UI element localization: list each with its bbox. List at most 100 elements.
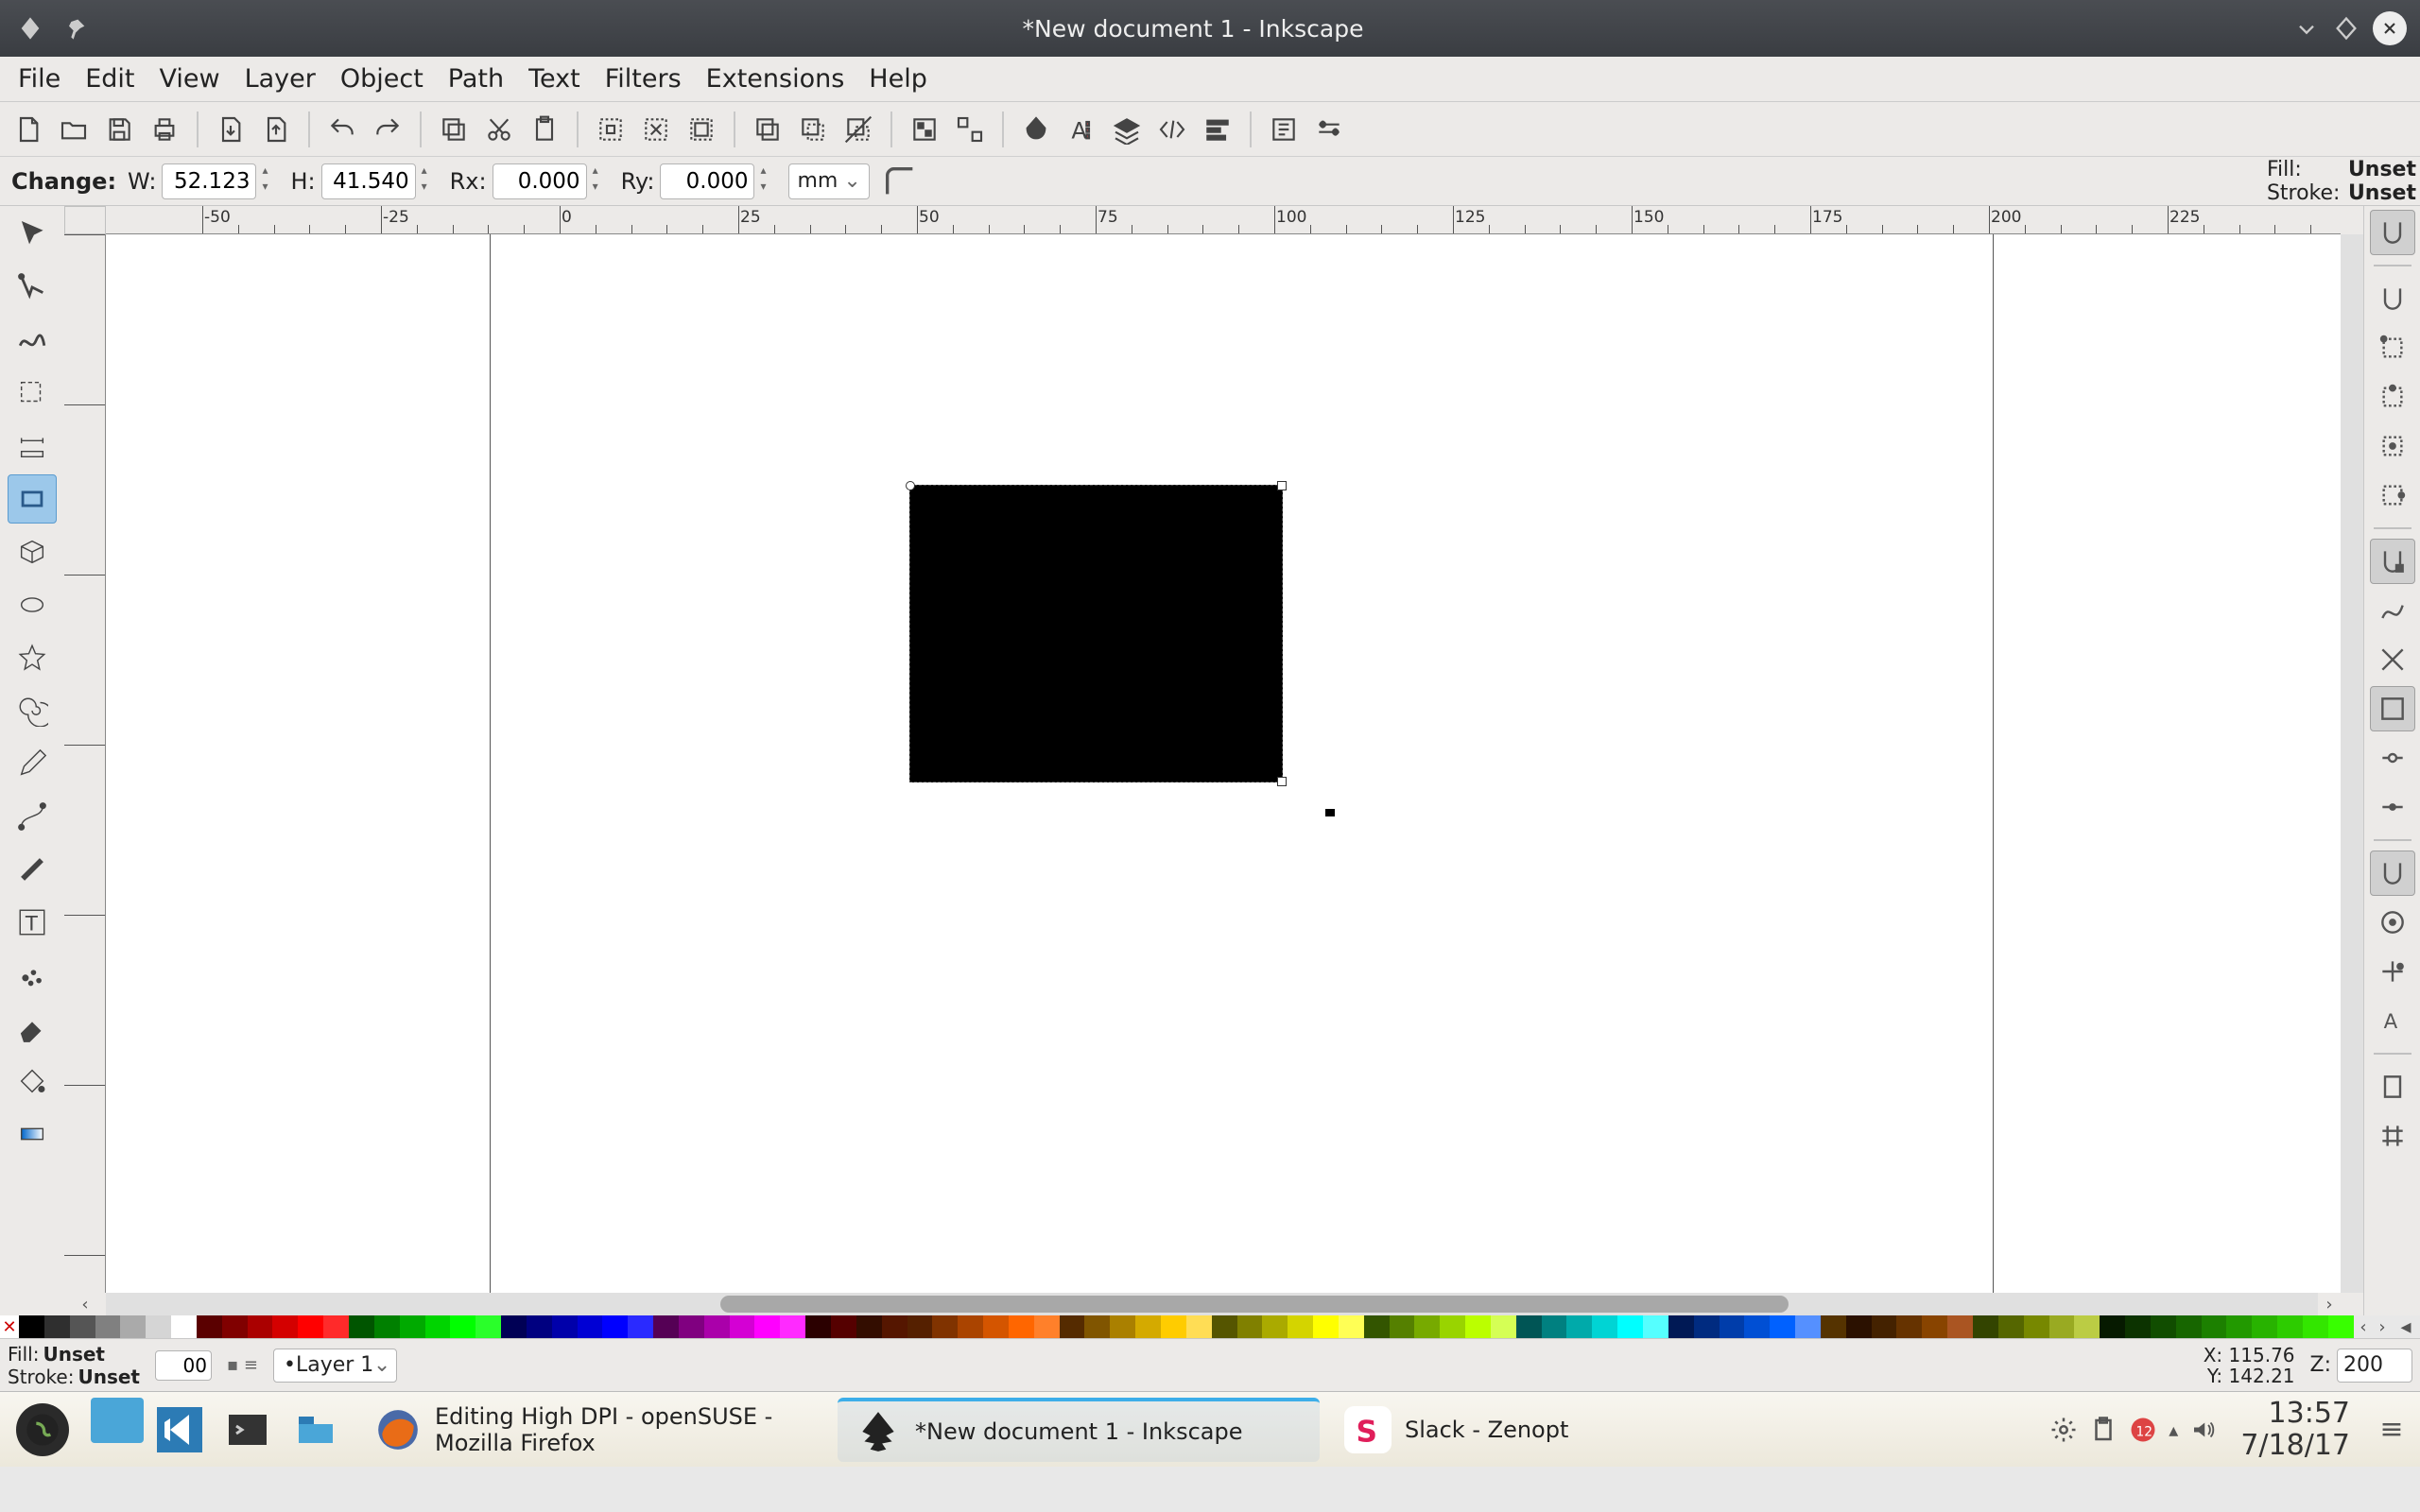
swatch[interactable] xyxy=(2176,1315,2202,1338)
xml-icon[interactable] xyxy=(1153,111,1191,148)
swatch[interactable] xyxy=(146,1315,171,1338)
prefs-icon[interactable] xyxy=(1265,111,1303,148)
scroll-left-icon[interactable]: ‹ xyxy=(64,1293,106,1315)
swatch[interactable] xyxy=(197,1315,222,1338)
menu-text[interactable]: Text xyxy=(516,59,593,99)
swatch[interactable] xyxy=(374,1315,400,1338)
rectangle-tool[interactable] xyxy=(8,474,57,524)
align-icon[interactable] xyxy=(1199,111,1236,148)
swatch[interactable] xyxy=(2100,1315,2125,1338)
swatch[interactable] xyxy=(425,1315,451,1338)
swatch[interactable] xyxy=(1592,1315,1617,1338)
zoom-tool[interactable] xyxy=(8,369,57,418)
corner-reset-icon[interactable] xyxy=(881,163,919,200)
snap-smooth-icon[interactable] xyxy=(2370,735,2415,781)
swatch[interactable] xyxy=(349,1315,374,1338)
duplicate-icon[interactable] xyxy=(749,111,786,148)
layer-select[interactable]: •Layer 1 xyxy=(273,1349,397,1383)
swatch[interactable] xyxy=(1390,1315,1415,1338)
unit-select[interactable]: mm⌄ xyxy=(788,163,869,199)
snap-center-icon[interactable] xyxy=(2370,900,2415,945)
minimize-icon[interactable] xyxy=(2293,15,2320,42)
bezier-tool[interactable] xyxy=(8,792,57,841)
doc-prefs-icon[interactable] xyxy=(1310,111,1348,148)
swatch[interactable] xyxy=(19,1315,44,1338)
swatch[interactable] xyxy=(1643,1315,1668,1338)
swatch[interactable] xyxy=(1846,1315,1872,1338)
scrollbar-horizontal[interactable] xyxy=(106,1293,2318,1315)
swatch[interactable] xyxy=(1186,1315,1212,1338)
swatch[interactable] xyxy=(1694,1315,1720,1338)
swatch[interactable] xyxy=(754,1315,780,1338)
swatch[interactable] xyxy=(1060,1315,1085,1338)
tray-expand-icon[interactable]: ▴ xyxy=(2169,1418,2178,1441)
swatch[interactable] xyxy=(552,1315,578,1338)
eraser-tool[interactable] xyxy=(8,1004,57,1053)
swatch[interactable] xyxy=(248,1315,273,1338)
swatch[interactable] xyxy=(1566,1315,1592,1338)
menu-extensions[interactable]: Extensions xyxy=(694,59,857,99)
menu-help[interactable]: Help xyxy=(856,59,940,99)
swatch[interactable] xyxy=(2074,1315,2100,1338)
height-input[interactable] xyxy=(321,163,416,199)
start-button[interactable] xyxy=(0,1392,85,1468)
swatch[interactable] xyxy=(298,1315,323,1338)
spiral-tool[interactable] xyxy=(8,686,57,735)
node-tool[interactable] xyxy=(8,263,57,312)
zoom-draw-icon[interactable] xyxy=(637,111,675,148)
width-input[interactable] xyxy=(162,163,256,199)
tray-settings-icon[interactable] xyxy=(2049,1416,2078,1444)
menu-object[interactable]: Object xyxy=(328,59,436,99)
snap-other-icon[interactable] xyxy=(2370,850,2415,896)
menu-path[interactable]: Path xyxy=(436,59,516,99)
swatch[interactable] xyxy=(120,1315,146,1338)
new-doc-icon[interactable] xyxy=(9,111,47,148)
swatch[interactable] xyxy=(1491,1315,1516,1338)
tray-updates-icon[interactable]: 12 xyxy=(2129,1416,2157,1444)
snap-line-mid-icon[interactable] xyxy=(2370,784,2415,830)
ry-input[interactable] xyxy=(660,163,754,199)
spray-tool[interactable] xyxy=(8,951,57,1000)
ql-terminal-icon[interactable] xyxy=(216,1398,280,1462)
snap-page-icon[interactable] xyxy=(2370,1064,2415,1109)
swatch[interactable] xyxy=(578,1315,603,1338)
swatch[interactable] xyxy=(1744,1315,1770,1338)
snap-cusp-icon[interactable] xyxy=(2370,686,2415,731)
app-menu-icon[interactable] xyxy=(17,15,43,42)
ellipse-tool[interactable] xyxy=(8,580,57,629)
swatch[interactable] xyxy=(2202,1315,2227,1338)
menu-file[interactable]: File xyxy=(6,59,73,99)
text-dialog-icon[interactable]: A xyxy=(1063,111,1100,148)
snap-bbox-edge-icon[interactable] xyxy=(2370,276,2415,321)
swatch[interactable] xyxy=(475,1315,501,1338)
swatch[interactable] xyxy=(44,1315,70,1338)
swatch[interactable] xyxy=(2226,1315,2252,1338)
swatch[interactable] xyxy=(1998,1315,2024,1338)
swatch[interactable] xyxy=(831,1315,856,1338)
menu-layer[interactable]: Layer xyxy=(233,59,328,99)
zoom-input[interactable]: 200 xyxy=(2337,1349,2412,1383)
gradient-tool[interactable] xyxy=(8,1109,57,1159)
scroll-right-icon[interactable]: › xyxy=(2318,1293,2341,1315)
swatch[interactable] xyxy=(1009,1315,1034,1338)
snap-rotation-icon[interactable] xyxy=(2370,949,2415,994)
snap-bbox-corner-icon[interactable] xyxy=(2370,325,2415,370)
swatch[interactable] xyxy=(2125,1315,2151,1338)
swatch[interactable] xyxy=(1237,1315,1263,1338)
snap-grid-icon[interactable] xyxy=(2370,1113,2415,1159)
scrollbar-vertical[interactable] xyxy=(2341,234,2363,1293)
swatch[interactable] xyxy=(272,1315,298,1338)
import-icon[interactable] xyxy=(212,111,250,148)
snap-node-icon[interactable] xyxy=(2370,539,2415,584)
swatch[interactable] xyxy=(1668,1315,1694,1338)
swatch[interactable] xyxy=(1720,1315,1745,1338)
swatch[interactable] xyxy=(882,1315,908,1338)
tray-volume-icon[interactable] xyxy=(2189,1416,2218,1444)
clock[interactable]: 13:57 7/18/17 xyxy=(2231,1398,2360,1462)
open-icon[interactable] xyxy=(55,111,93,148)
swatch[interactable] xyxy=(1110,1315,1135,1338)
ql-vscode-icon[interactable] xyxy=(147,1398,212,1462)
swatch[interactable] xyxy=(1339,1315,1364,1338)
save-icon[interactable] xyxy=(100,111,138,148)
swatch[interactable] xyxy=(400,1315,425,1338)
